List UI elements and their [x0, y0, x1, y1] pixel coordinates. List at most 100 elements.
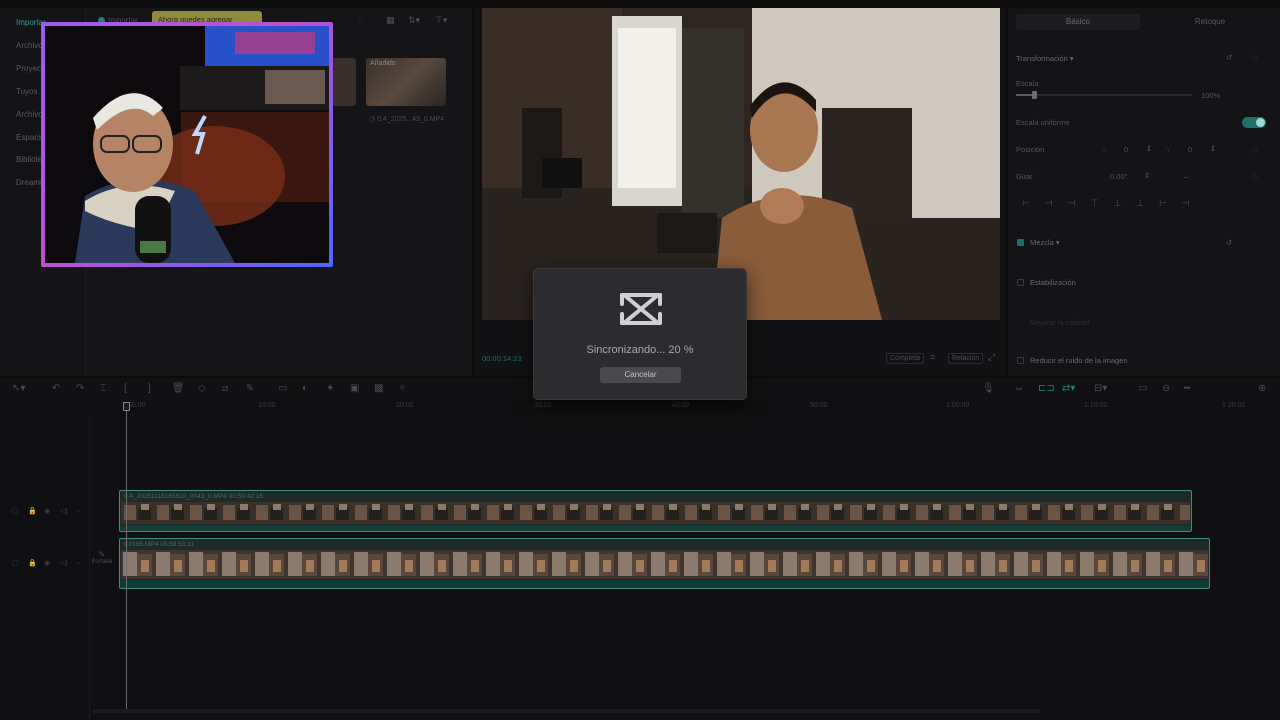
ratio-button[interactable]: Relación — [948, 353, 984, 364]
full-button[interactable]: Completa — [886, 353, 924, 364]
position-label: Posición — [1016, 145, 1045, 154]
ruler-tick: 30:00 — [534, 402, 552, 409]
rotate-label: Girar — [1016, 172, 1033, 181]
blend-label[interactable]: Mezcla ▾ — [1030, 238, 1060, 247]
media-thumb-partial[interactable] — [332, 58, 356, 106]
crop-icon[interactable]: ⌗ — [930, 352, 935, 363]
pos-y-value[interactable]: 0 — [1188, 145, 1192, 154]
rail-item-yours[interactable]: Tuyos — [16, 87, 38, 96]
chevron-down-icon: ▾ — [1053, 238, 1060, 247]
media-thumb[interactable]: Añadido — [366, 58, 446, 106]
crop-tool-icon[interactable]: ⧄ — [222, 383, 228, 394]
blend-reset-icon[interactable]: ↺ — [1226, 238, 1232, 247]
trim-right-icon[interactable]: ] — [148, 383, 151, 394]
cover-label: Portada — [91, 559, 113, 565]
track2-select-icon[interactable]: ▢ — [12, 559, 19, 567]
track1-audio-icon[interactable]: ◁) — [60, 507, 68, 515]
cover-button[interactable]: ✎ Portada — [90, 550, 114, 580]
stabilize-label: Estabilización — [1030, 278, 1076, 287]
denoise-checkbox[interactable] — [1017, 357, 1024, 364]
video-clip-1[interactable]: 0.4_20251118165610_0043_0.MP4 00:59:42:1… — [119, 490, 1192, 532]
track1-visibility-icon[interactable]: ◉ — [44, 507, 50, 515]
edit-icon[interactable]: ✎ — [246, 383, 254, 394]
fullscreen-icon[interactable]: ⤢ — [988, 352, 995, 363]
video-clip-2[interactable]: C0165.MP4 00:59:53:11 — [119, 538, 1210, 589]
scale-value[interactable]: 100% — [1201, 91, 1220, 100]
sort-icon[interactable]: ⇅▾ — [408, 15, 420, 26]
uniform-scale-toggle[interactable] — [1242, 117, 1266, 128]
track1-lock-icon[interactable]: 🔒 — [28, 507, 37, 515]
transform-header-label: Transformación — [1016, 54, 1068, 63]
link-clips-icon[interactable]: ⇔ — [1014, 383, 1024, 394]
rail-item-archive-2[interactable]: Archivo — [16, 110, 43, 119]
cancel-button[interactable]: Cancelar — [600, 367, 681, 383]
webcam-image — [45, 26, 329, 263]
magic-icon[interactable]: ✦ — [326, 383, 334, 394]
ruler-tick: 50:00 — [810, 402, 828, 409]
playhead[interactable] — [126, 402, 127, 712]
transform-header[interactable]: Transformación ▾ — [1016, 54, 1074, 63]
stabilize-checkbox[interactable] — [1017, 279, 1024, 286]
blend-checkbox[interactable] — [1017, 239, 1024, 246]
track2-visibility-icon[interactable]: ◉ — [44, 559, 50, 567]
scale-slider-handle[interactable] — [1031, 91, 1037, 99]
keyframe-icon[interactable]: ◇ — [1252, 53, 1258, 62]
magnet-icon[interactable]: ⊏⊐ — [1038, 383, 1055, 394]
ruler-tick: 10:00 — [258, 402, 276, 409]
reset-icon[interactable]: ↺ — [1226, 53, 1232, 62]
sparkle-icon[interactable]: ✧ — [398, 383, 406, 394]
timeline-scrollbar[interactable] — [92, 709, 1040, 713]
sync-status-text: Sincronizando... 20 % — [586, 344, 694, 356]
track2-more-icon[interactable]: ⋯ — [76, 559, 83, 567]
clip2-waveform — [120, 580, 1209, 588]
thumb-caption: ◷ 0.4_2025...43_0.MP4 — [369, 115, 444, 123]
rotate-keyframe-icon[interactable]: ◇ — [1252, 172, 1258, 181]
box-icon[interactable]: ▣ — [350, 383, 359, 394]
tab-basic[interactable]: Básico — [1016, 14, 1140, 30]
preview-axis-icon[interactable]: ⊟▾ — [1094, 383, 1107, 394]
mirror-icon[interactable]: ◐ — [302, 383, 308, 394]
track1-more-icon[interactable]: ⋯ — [76, 507, 83, 515]
pos-x-stepper[interactable]: ⇕ — [1146, 144, 1152, 153]
refresh-icon[interactable]: ◌ — [358, 15, 363, 25]
select-tool-icon[interactable]: ↖▾ — [12, 383, 25, 394]
snap-icon[interactable]: ⇄▾ — [1062, 383, 1075, 394]
microphone-icon[interactable]: 🎙 — [982, 383, 995, 394]
blend-label-text: Mezcla — [1030, 238, 1054, 247]
clip2-filmstrip — [121, 550, 1208, 579]
scale-slider[interactable] — [1016, 94, 1192, 96]
clock-icon: ◷ — [369, 116, 378, 123]
position-keyframe-icon[interactable]: ◇ — [1252, 145, 1258, 154]
redo-icon[interactable]: ↷ — [76, 383, 84, 394]
scale-slider-fill — [1016, 94, 1034, 96]
split-icon[interactable]: ⌶ — [100, 383, 106, 394]
uniform-scale-label: Escala uniforme — [1016, 118, 1070, 127]
timeline-ruler[interactable]: 00:00 10:00 20:00 30:00 40:00 50:00 1:00… — [0, 400, 1280, 414]
scale-label: Escala — [1016, 79, 1039, 88]
tab-retouch[interactable]: Retoque — [1148, 14, 1272, 30]
image-icon[interactable]: ▩ — [374, 383, 383, 394]
undo-icon[interactable]: ↶ — [52, 383, 60, 394]
zoom-in-icon[interactable]: ⊕ — [1258, 383, 1266, 394]
trim-left-icon[interactable]: [ — [124, 383, 127, 394]
zoom-out-icon[interactable]: ⊖ — [1162, 383, 1170, 394]
zoom-slider-icon[interactable]: ━ — [1184, 383, 1190, 394]
align-buttons[interactable]: ⊢⊣⊣⊤⊥⊥⊢⊣ — [1022, 198, 1222, 210]
rotate-stepper[interactable]: ⇕ — [1144, 171, 1150, 180]
stabilize-sub: Mejorar la calidad — [1030, 318, 1090, 327]
rotate-value[interactable]: 0.00° — [1110, 172, 1128, 181]
pos-x-value[interactable]: 0 — [1124, 145, 1128, 154]
track2-audio-icon[interactable]: ◁) — [60, 559, 68, 567]
marker-icon[interactable]: ◇ — [198, 383, 206, 394]
grid-view-icon[interactable]: ▦ — [386, 15, 395, 26]
filter-icon[interactable]: ⊤▾ — [435, 15, 447, 26]
pos-y-stepper[interactable]: ⇕ — [1210, 144, 1216, 153]
ruler-tick: 40:00 — [672, 402, 690, 409]
delete-icon[interactable]: 🗑 — [172, 383, 185, 394]
rail-item-archive[interactable]: Archivo — [16, 41, 43, 50]
caption-icon[interactable]: ▭ — [1138, 383, 1147, 394]
track2-lock-icon[interactable]: 🔒 — [28, 559, 37, 567]
freeze-icon[interactable]: ▭ — [278, 383, 287, 394]
playhead-handle[interactable] — [123, 402, 130, 411]
track1-select-icon[interactable]: ▢ — [12, 507, 19, 515]
